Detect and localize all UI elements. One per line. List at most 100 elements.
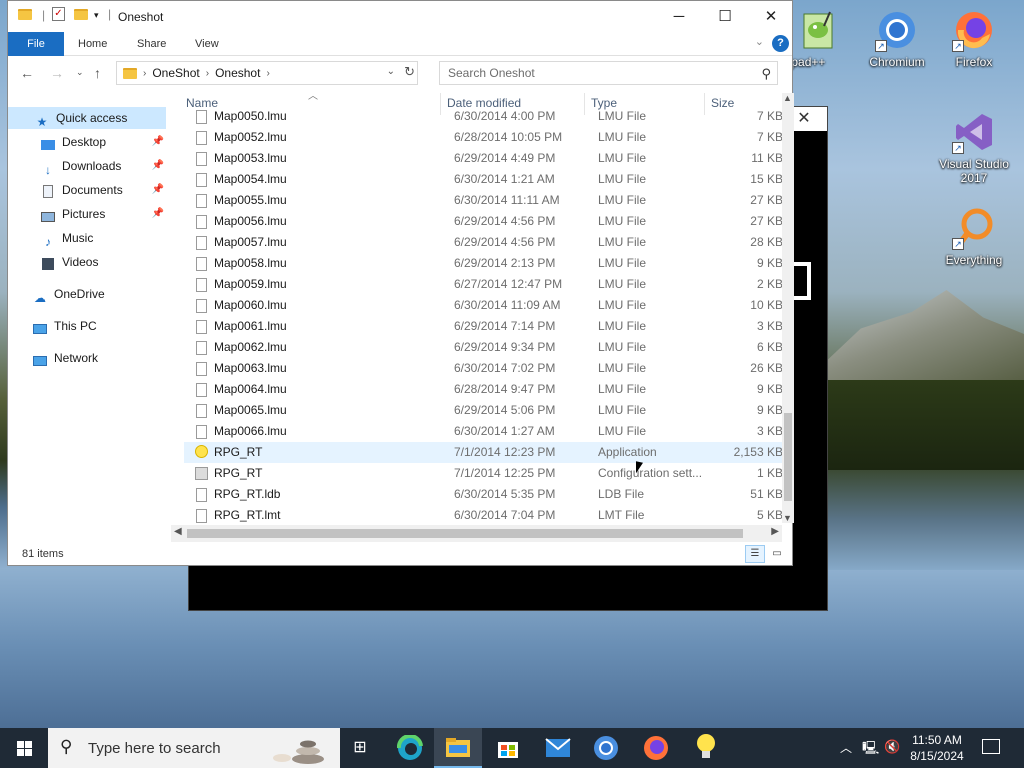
navigation-pane: ★ Quick access Desktop 📌 ↓ Downloads 📌 Doc… — [8, 93, 176, 533]
scroll-up-icon[interactable]: ▲ — [783, 93, 792, 103]
file-date: 6/30/2014 11:11 AM — [454, 193, 560, 207]
customize-toolbar-icon[interactable]: ▾ — [94, 10, 99, 21]
desktop-icon-visual-studio[interactable]: ↗ Visual Studio 2017 — [932, 110, 1016, 185]
file-date: 6/29/2014 4:56 PM — [454, 235, 556, 249]
sidebar-item-videos[interactable]: Videos — [8, 251, 166, 273]
network-status-icon[interactable]: 🖳 — [862, 739, 879, 761]
chevron-right-icon[interactable]: › — [143, 68, 146, 79]
expand-ribbon-icon[interactable]: ⌄ — [755, 35, 764, 48]
table-row[interactable]: RPG_RT.lmt 6/30/2014 7:04 PM LMT File 5 KB — [184, 505, 782, 523]
file-name: Map0057.lmu — [214, 235, 287, 249]
chevron-right-icon[interactable]: › — [206, 68, 209, 79]
minimize-button[interactable]: ─ — [656, 1, 702, 32]
taskbar-file-explorer[interactable] — [434, 728, 482, 768]
table-row[interactable]: Map0054.lmu 6/30/2014 1:21 AM LMU File 15 K… — [184, 169, 782, 190]
table-row[interactable]: Map0063.lmu 6/30/2014 7:02 PM LMU File 26 K… — [184, 358, 782, 379]
refresh-icon[interactable]: ↻ — [404, 64, 415, 80]
forward-arrow-icon[interactable]: → — [50, 65, 64, 81]
file-icon — [196, 215, 207, 229]
horizontal-scrollbar[interactable]: ◀ ▶ — [171, 525, 782, 542]
table-row[interactable]: Map0052.lmu 6/28/2014 10:05 PM LMU File 7 K… — [184, 127, 782, 148]
sidebar-item-pictures[interactable]: Pictures 📌 — [8, 203, 166, 225]
pin-icon[interactable]: 📌 — [152, 179, 164, 201]
file-size: 15 KB — [750, 172, 782, 186]
search-input[interactable]: Search Oneshot ⚲ — [439, 61, 778, 85]
vertical-scrollbar[interactable]: ▲ ▼ — [782, 93, 794, 523]
desktop-icon-everything[interactable]: ↗ Everything — [932, 206, 1016, 267]
table-row[interactable]: Map0060.lmu 6/30/2014 11:09 AM LMU File 10 … — [184, 295, 782, 316]
scroll-thumb[interactable] — [187, 529, 743, 538]
large-icons-view-icon[interactable]: ▭ — [767, 545, 787, 563]
close-button[interactable]: ✕ — [748, 1, 794, 32]
volume-muted-icon[interactable]: 🔇 — [884, 739, 900, 755]
sidebar-item-network[interactable]: Network — [8, 347, 166, 369]
address-bar[interactable]: › OneShot › Oneshot › ⌄ ↻ — [116, 61, 418, 85]
taskbar-mail[interactable] — [534, 728, 582, 768]
pin-icon[interactable]: 📌 — [152, 155, 164, 177]
help-icon[interactable]: ? — [772, 35, 789, 52]
recent-locations-icon[interactable]: ⌄ — [76, 67, 84, 78]
sidebar-item-onedrive[interactable]: ☁ OneDrive — [8, 283, 166, 305]
address-dropdown-icon[interactable]: ⌄ — [387, 66, 395, 77]
scroll-thumb[interactable] — [784, 413, 792, 501]
chevron-right-icon[interactable]: › — [266, 68, 269, 79]
tab-home[interactable]: Home — [78, 32, 107, 56]
taskbar-firefox[interactable] — [632, 728, 680, 768]
sidebar-item-documents[interactable]: Documents 📌 — [8, 179, 166, 201]
table-row[interactable]: Map0059.lmu 6/27/2014 12:47 PM LMU File 2 K… — [184, 274, 782, 295]
file-explorer-window[interactable]: | ✓ ▾ | Oneshot ─ ☐ ✕ File Home Share Vi… — [7, 0, 794, 566]
table-row[interactable]: RPG_RT 7/1/2014 12:25 PM Configuration set… — [184, 463, 782, 484]
taskbar-store[interactable] — [484, 728, 532, 768]
file-size: 27 KB — [750, 193, 782, 207]
sidebar-item-music[interactable]: ♪ Music — [8, 227, 166, 249]
back-arrow-icon[interactable]: ← — [20, 65, 34, 81]
system-clock[interactable]: 11:50 AM 8/15/2024 — [904, 732, 970, 764]
table-row[interactable]: Map0058.lmu 6/29/2014 2:13 PM LMU File 9 KB — [184, 253, 782, 274]
notification-center-icon[interactable] — [982, 739, 1000, 754]
pin-icon[interactable]: 📌 — [152, 203, 164, 225]
properties-icon[interactable]: ✓ — [52, 7, 65, 21]
desktop-icon-firefox[interactable]: ↗ Firefox — [932, 8, 1016, 69]
maximize-button[interactable]: ☐ — [702, 1, 748, 32]
sidebar-item-desktop[interactable]: Desktop 📌 — [8, 131, 166, 153]
taskbar-edge[interactable] — [386, 728, 434, 768]
table-row[interactable]: Map0061.lmu 6/29/2014 7:14 PM LMU File 3 KB — [184, 316, 782, 337]
taskbar-task-view[interactable]: ⊞ — [336, 728, 384, 768]
table-row[interactable]: Map0055.lmu 6/30/2014 11:11 AM LMU File 27 … — [184, 190, 782, 211]
tab-view[interactable]: View — [195, 32, 219, 56]
file-type: LMU File — [598, 382, 647, 396]
file-icon — [196, 341, 207, 355]
new-folder-icon[interactable] — [74, 9, 88, 23]
table-row[interactable]: RPG_RT 7/1/2014 12:23 PM Application 2,153 … — [184, 442, 782, 463]
table-row[interactable]: RPG_RT.ldb 6/30/2014 5:35 PM LDB File 51 KB — [184, 484, 782, 505]
table-row[interactable]: Map0064.lmu 6/28/2014 9:47 PM LMU File 9 KB — [184, 379, 782, 400]
table-row[interactable]: Map0062.lmu 6/29/2014 9:34 PM LMU File 6 KB — [184, 337, 782, 358]
table-row[interactable]: Map0066.lmu 6/30/2014 1:27 AM LMU File 3 KB — [184, 421, 782, 442]
start-button[interactable] — [0, 728, 48, 768]
sidebar-item-downloads[interactable]: ↓ Downloads 📌 — [8, 155, 166, 177]
table-row[interactable]: Map0065.lmu 6/29/2014 5:06 PM LMU File 9 KB — [184, 400, 782, 421]
title-bar[interactable]: | ✓ ▾ | Oneshot ─ ☐ ✕ — [8, 1, 792, 32]
breadcrumb-oneshot[interactable]: Oneshot — [215, 66, 260, 80]
scroll-down-icon[interactable]: ▼ — [783, 513, 792, 523]
tab-share[interactable]: Share — [137, 32, 166, 56]
table-row[interactable]: Map0056.lmu 6/29/2014 4:56 PM LMU File 27 K… — [184, 211, 782, 232]
scroll-left-icon[interactable]: ◀ — [174, 526, 182, 537]
tab-file[interactable]: File — [8, 32, 64, 56]
sidebar-item-this-pc[interactable]: This PC — [8, 315, 166, 337]
breadcrumb-oneshot-parent[interactable]: OneShot — [152, 66, 199, 80]
taskbar-rpg-rt[interactable] — [682, 728, 730, 768]
table-row[interactable]: Map0053.lmu 6/29/2014 4:49 PM LMU File 11 K… — [184, 148, 782, 169]
up-arrow-icon[interactable]: ↑ — [94, 65, 101, 81]
scroll-right-icon[interactable]: ▶ — [771, 526, 779, 537]
desktop-icon-chromium[interactable]: ↗ Chromium — [855, 8, 939, 69]
show-hidden-icons-icon[interactable]: ︿ — [840, 739, 852, 756]
pin-icon[interactable]: 📌 — [152, 131, 164, 153]
sidebar-item-quick-access[interactable]: ★ Quick access — [8, 107, 166, 129]
table-row[interactable]: Map0050.lmu 6/30/2014 4:00 PM LMU File 7 KB — [184, 106, 782, 127]
table-row[interactable]: Map0057.lmu 6/29/2014 4:56 PM LMU File 28 K… — [184, 232, 782, 253]
file-name: RPG_RT — [214, 466, 263, 480]
taskbar-chromium[interactable] — [582, 728, 630, 768]
taskbar-search-input[interactable]: ⚲ Type here to search — [48, 728, 340, 768]
details-view-icon[interactable]: ☰ — [745, 545, 765, 563]
